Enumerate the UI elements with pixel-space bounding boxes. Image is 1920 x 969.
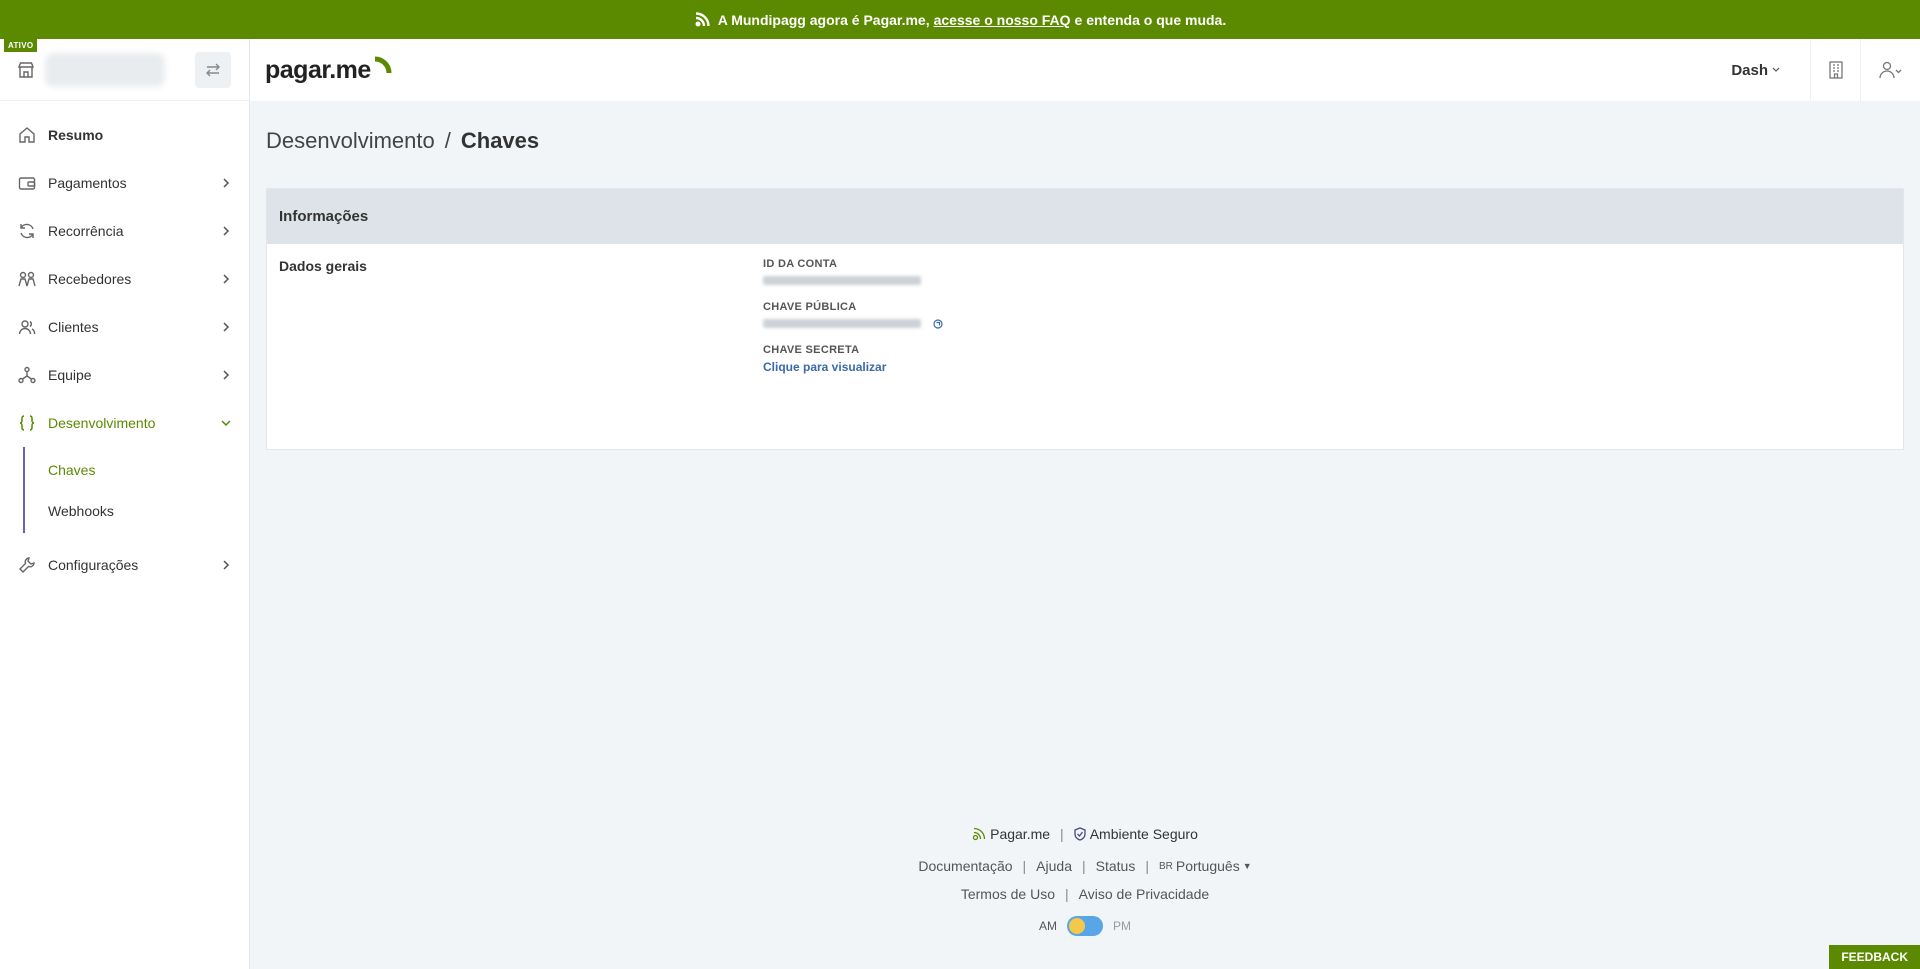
chevron-right-icon xyxy=(221,274,231,284)
sidebar-item-label: Recebedores xyxy=(48,271,132,287)
footer-link-status[interactable]: Status xyxy=(1096,858,1136,874)
section-label: Dados gerais xyxy=(279,258,367,274)
shield-icon xyxy=(1074,827,1086,841)
chevron-right-icon xyxy=(221,560,231,570)
sidebar-item-equipe[interactable]: Equipe xyxy=(0,351,249,399)
copy-icon[interactable] xyxy=(933,318,943,329)
store-icon xyxy=(15,59,37,81)
swap-account-button[interactable] xyxy=(195,51,231,88)
sidebar-item-label: Resumo xyxy=(48,127,104,143)
wrench-icon xyxy=(18,556,36,574)
banner-text-suffix: e entenda o que muda. xyxy=(1074,11,1227,28)
chevron-right-icon xyxy=(221,322,231,332)
footer-link-documentacao[interactable]: Documentação xyxy=(918,858,1012,874)
account-id-value-redacted xyxy=(763,276,921,285)
feedback-button[interactable]: FEEDBACK xyxy=(1829,945,1920,969)
account-id-field: ID DA CONTA xyxy=(763,258,943,287)
breadcrumb: Desenvolvimento / Chaves xyxy=(266,128,539,154)
announcement-banner: A Mundipagg agora é Pagar.me, acesse o n… xyxy=(0,0,1920,39)
sidebar-nav: Resumo Pagamentos Recorrência Recebedore… xyxy=(0,101,249,589)
account-switcher: ATIVO xyxy=(0,39,249,101)
language-label: Português xyxy=(1175,858,1240,874)
reveal-secret-key-link[interactable]: Clique para visualizar xyxy=(763,360,886,374)
card-title: Informações xyxy=(267,189,1903,244)
chevron-down-icon xyxy=(221,418,231,428)
public-key-label: CHAVE PÚBLICA xyxy=(763,301,857,313)
sidebar-item-desenvolvimento[interactable]: Desenvolvimento xyxy=(0,399,249,447)
chevron-right-icon xyxy=(221,226,231,236)
wallet-icon xyxy=(18,174,36,192)
recipients-icon xyxy=(18,270,36,288)
secret-key-field: CHAVE SECRETA Clique para visualizar xyxy=(763,344,943,376)
sidebar-item-resumo[interactable]: Resumo xyxy=(0,111,249,159)
sidebar-item-pagamentos[interactable]: Pagamentos xyxy=(0,159,249,207)
chevron-right-icon xyxy=(221,178,231,188)
refresh-icon xyxy=(18,222,36,240)
footer: Pagar.me | Ambiente Seguro Documentação … xyxy=(250,824,1920,936)
account-name-blurred[interactable] xyxy=(45,52,165,87)
footer-link-ajuda[interactable]: Ajuda xyxy=(1036,858,1072,874)
sidebar-subitem-webhooks[interactable]: Webhooks xyxy=(25,490,249,531)
breadcrumb-separator: / xyxy=(444,128,451,153)
chevron-right-icon xyxy=(221,370,231,380)
rss-icon xyxy=(695,11,710,26)
sidebar-item-label: Pagamentos xyxy=(48,175,127,191)
sidebar-item-recebedores[interactable]: Recebedores xyxy=(0,255,249,303)
dash-selector[interactable]: Dash xyxy=(1731,62,1780,79)
public-key-value-redacted xyxy=(763,319,921,328)
user-menu-button[interactable] xyxy=(1860,39,1920,101)
main-content: Desenvolvimento / Chaves Informações Dad… xyxy=(250,101,1920,969)
pagarme-logo[interactable]: pagar.me xyxy=(265,55,392,85)
key-fields: ID DA CONTA CHAVE PÚBLICA CHAVE SECRETA … xyxy=(763,258,943,390)
pagarme-rss-icon xyxy=(972,827,986,841)
caret-down-icon: ▼ xyxy=(1242,861,1252,871)
footer-link-termos[interactable]: Termos de Uso xyxy=(961,886,1055,902)
building-icon xyxy=(1828,61,1843,79)
am-pm-toggle[interactable] xyxy=(1067,916,1103,936)
status-badge: ATIVO xyxy=(4,39,38,52)
footer-brand: Pagar.me xyxy=(990,826,1051,842)
sidebar-item-label: Clientes xyxy=(48,319,99,335)
logo-arc-icon xyxy=(374,56,392,74)
chevron-down-icon xyxy=(1772,67,1780,72)
logo-text: pagar.me xyxy=(265,56,371,84)
company-button[interactable] xyxy=(1810,39,1860,101)
am-label: AM xyxy=(1039,919,1057,933)
info-card: Informações Dados gerais ID DA CONTA CHA… xyxy=(266,188,1904,450)
users-icon xyxy=(18,318,36,336)
public-key-field: CHAVE PÚBLICA xyxy=(763,301,943,330)
user-icon xyxy=(1878,61,1901,79)
home-icon xyxy=(18,126,36,144)
pm-label: PM xyxy=(1113,919,1131,933)
top-header: pagar.me Dash xyxy=(250,39,1920,101)
swap-icon xyxy=(206,63,220,76)
banner-faq-link[interactable]: acesse o nosso FAQ xyxy=(934,12,1071,28)
sidebar-item-recorrencia[interactable]: Recorrência xyxy=(0,207,249,255)
sidebar: ATIVO Resumo Pagamentos Recorrência Rece… xyxy=(0,39,250,969)
breadcrumb-current: Chaves xyxy=(460,128,540,153)
dash-selector-label: Dash xyxy=(1731,61,1768,79)
sidebar-item-configuracoes[interactable]: Configurações xyxy=(0,541,249,589)
language-selector[interactable]: BR Português ▼ xyxy=(1159,858,1252,874)
sidebar-item-clientes[interactable]: Clientes xyxy=(0,303,249,351)
secret-key-label: CHAVE SECRETA xyxy=(763,344,860,356)
sidebar-submenu-desenvolvimento: Chaves Webhooks xyxy=(23,447,249,533)
language-code: BR xyxy=(1158,860,1173,872)
code-braces-icon xyxy=(18,414,36,432)
team-network-icon xyxy=(18,366,36,384)
footer-secure: Ambiente Seguro xyxy=(1089,826,1198,842)
sidebar-item-label: Desenvolvimento xyxy=(48,415,156,431)
toggle-knob xyxy=(1069,918,1085,934)
sidebar-subitem-chaves[interactable]: Chaves xyxy=(25,449,249,490)
sidebar-item-label: Recorrência xyxy=(48,223,124,239)
sidebar-item-label: Configurações xyxy=(48,557,139,573)
sidebar-item-label: Equipe xyxy=(48,367,92,383)
breadcrumb-parent[interactable]: Desenvolvimento xyxy=(266,128,435,154)
account-id-label: ID DA CONTA xyxy=(763,258,838,270)
footer-link-privacidade[interactable]: Aviso de Privacidade xyxy=(1079,886,1209,902)
banner-text-prefix: A Mundipagg agora é Pagar.me, xyxy=(717,11,930,28)
